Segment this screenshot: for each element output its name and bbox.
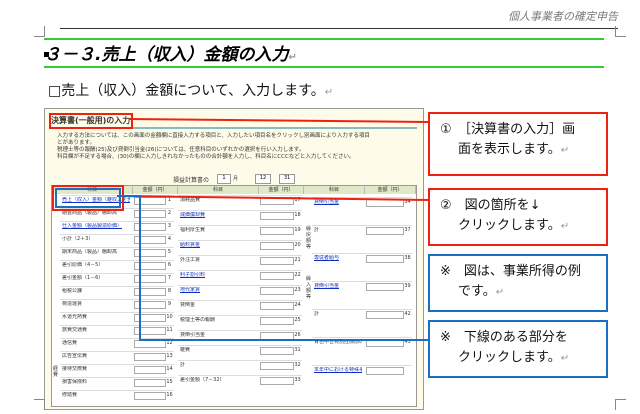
margin-mark-bottom-left <box>34 399 45 410</box>
margin-mark-bottom-right <box>615 399 626 410</box>
callout-step1: ① ［決算書の入力］画 面を表示します。↵ <box>428 112 608 176</box>
document-page: 個人事業者の確定申告 ３－３.売上（収入）金額の入力↵ □売上（収入）金額につい… <box>0 0 640 414</box>
callout-step2: ② 図の箇所を↓ クリックします。↵ <box>428 188 608 246</box>
callout-note-example: ※ 図は、事業所得の例 です。↵ <box>428 254 608 312</box>
callout-note-underline: ※ 下線のある部分を クリックします。↵ <box>428 320 608 378</box>
